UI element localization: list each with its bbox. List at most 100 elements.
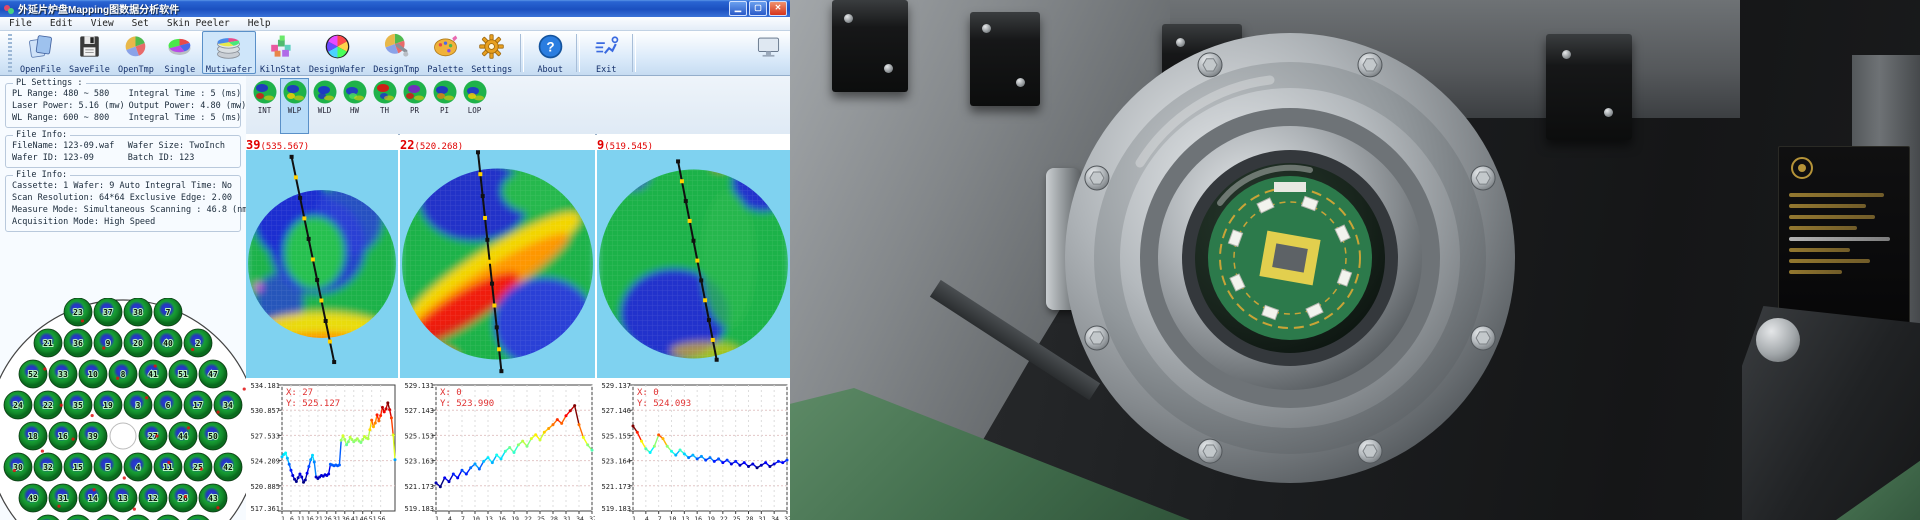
toolbar-button-kilnstat[interactable]: KilnStat	[256, 31, 305, 74]
tab-pr[interactable]: PR	[400, 78, 429, 134]
svg-text:1: 1	[632, 515, 636, 520]
disc-wafer-21[interactable]: 21	[34, 329, 62, 357]
toolbar-button-single[interactable]: Single	[158, 31, 202, 74]
disc-wafer-18[interactable]: 18	[19, 422, 47, 450]
toolbar-button-designtmp[interactable]: DesignTmp	[369, 31, 423, 74]
disc-wafer-10[interactable]: 10	[79, 360, 107, 388]
disc-wafer-12[interactable]: 12	[139, 484, 167, 512]
disc-wafer-4[interactable]: 4	[124, 453, 152, 481]
menu-item-set[interactable]: Set	[123, 18, 158, 29]
toolbar-button-mutiwafer[interactable]: Mutiwafer	[202, 31, 256, 74]
line-chart-9[interactable]: 529.137527.146525.155523.164521.173519.1…	[597, 383, 790, 520]
toolbar-button-settings[interactable]: Settings	[467, 31, 516, 74]
disc-wafer-35[interactable]: 35	[64, 391, 92, 419]
disc-wafer-27[interactable]: 27	[139, 422, 167, 450]
disc-wafer-17[interactable]: 17	[184, 391, 212, 419]
menu-item-skin-peeler[interactable]: Skin Peeler	[158, 18, 239, 29]
toolbar-button-savefile[interactable]: SaveFile	[65, 31, 114, 74]
disc-wafer-41[interactable]: 41	[139, 360, 167, 388]
svg-text:22: 22	[524, 515, 532, 520]
disc-wafer-34[interactable]: 34	[214, 391, 242, 419]
svg-text:7: 7	[658, 515, 662, 520]
mapping-app-window: 外延片炉盘Mapping图数据分析软件 ▁ ▢ ✕ FileEditViewSe…	[0, 0, 792, 520]
disc-wafer-38[interactable]: 38	[124, 298, 152, 326]
disc-wafer-16[interactable]: 16	[49, 422, 77, 450]
disc-wafer-40[interactable]: 40	[154, 329, 182, 357]
disc-wafer-30[interactable]: 30	[4, 453, 32, 481]
toolbar-separator	[576, 34, 580, 72]
disc-wafer-39[interactable]: 39	[79, 422, 107, 450]
tab-pi[interactable]: PI	[430, 78, 459, 134]
menu-item-file[interactable]: File	[0, 18, 41, 29]
disc-wafer-50[interactable]: 50	[199, 422, 227, 450]
disc-wafer-52[interactable]: 52	[19, 360, 47, 388]
disc-wafer-2[interactable]: 2	[184, 329, 212, 357]
disc-wafer-14[interactable]: 14	[79, 484, 107, 512]
disc-wafer-44[interactable]: 44	[169, 422, 197, 450]
disc-wafer-11[interactable]: 11	[154, 453, 182, 481]
menu-item-help[interactable]: Help	[239, 18, 280, 29]
toolbar-button-openfile[interactable]: OpenFile	[16, 31, 65, 74]
wafer-map-22[interactable]	[400, 150, 595, 378]
disc-wafer-47[interactable]: 47	[199, 360, 227, 388]
svg-text:523.164: 523.164	[601, 458, 631, 466]
disc-wafer-8[interactable]: 8	[109, 360, 137, 388]
disc-wafer-24[interactable]: 24	[4, 391, 32, 419]
disc-wafer-51[interactable]: 51	[169, 360, 197, 388]
disc-wafer-3[interactable]: 3	[124, 391, 152, 419]
disc-wafer-22[interactable]: 22	[34, 391, 62, 419]
disc-wafer-23[interactable]: 23	[64, 298, 92, 326]
tab-hw[interactable]: HW	[340, 78, 369, 134]
wafer-map-39[interactable]	[246, 150, 398, 378]
disc-wafer-19[interactable]: 19	[94, 391, 122, 419]
tab-lop[interactable]: LOP	[460, 78, 489, 134]
settings-icon	[478, 33, 505, 65]
menu-item-edit[interactable]: Edit	[41, 18, 82, 29]
kiln-disc-map[interactable]: 2337387213692040252331084151472422351936…	[0, 298, 246, 520]
disc-wafer-43[interactable]: 43	[199, 484, 227, 512]
disc-wafer-15[interactable]: 15	[64, 453, 92, 481]
svg-text:525.153: 525.153	[404, 432, 434, 440]
title-bar[interactable]: 外延片炉盘Mapping图数据分析软件 ▁ ▢ ✕	[0, 0, 790, 17]
line-chart-22[interactable]: 529.131527.143525.153523.163521.173519.1…	[400, 383, 595, 520]
tab-wld[interactable]: WLD	[310, 78, 339, 134]
toolbar-button-about[interactable]: ?About	[528, 31, 572, 74]
disc-wafer-33[interactable]: 33	[49, 360, 77, 388]
disc-wafer-6[interactable]: 6	[154, 391, 182, 419]
line-chart-39[interactable]: 534.181530.857527.533524.209520.885517.3…	[246, 383, 398, 520]
pl-settings-title: PL Settings :	[13, 78, 86, 88]
tab-int[interactable]: INT	[250, 78, 279, 134]
toolbar-button-palette[interactable]: Palette	[423, 31, 467, 74]
disc-wafer-5[interactable]: 5	[94, 453, 122, 481]
svg-text:11: 11	[163, 463, 173, 472]
maximize-button[interactable]: ▢	[749, 1, 767, 16]
disc-wafer-13[interactable]: 13	[109, 484, 137, 512]
disc-wafer-32[interactable]: 32	[34, 453, 62, 481]
disc-wafer-26[interactable]: 26	[169, 484, 197, 512]
disc-wafer-36[interactable]: 36	[64, 329, 92, 357]
disc-wafer-7[interactable]: 7	[154, 298, 182, 326]
disc-wafer-20[interactable]: 20	[124, 329, 152, 357]
tab-wlp[interactable]: WLP	[280, 78, 309, 134]
wafer-map-9[interactable]	[597, 150, 790, 378]
tab-th[interactable]: TH	[370, 78, 399, 134]
close-button[interactable]: ✕	[769, 1, 787, 16]
crosshair-y-value: Y: 523.990	[440, 399, 494, 409]
toolbar-button-label: Palette	[427, 65, 463, 75]
pl-setting-label: Output Power: 4.80 (mw)	[127, 100, 249, 112]
disc-wafer-42[interactable]: 42	[214, 453, 242, 481]
disc-wafer-31[interactable]: 31	[49, 484, 77, 512]
toolbar-button-opentmp[interactable]: OpenTmp	[114, 31, 158, 74]
disc-wafer-9[interactable]: 9	[94, 329, 122, 357]
flange-bolt	[1085, 166, 1109, 190]
disc-wafer-49[interactable]: 49	[19, 484, 47, 512]
toolbar-grip[interactable]	[8, 34, 12, 72]
disc-wafer-25[interactable]: 25	[184, 453, 212, 481]
disc-wafer-37[interactable]: 37	[94, 298, 122, 326]
toolbar-button-exit[interactable]: Exit	[584, 31, 628, 74]
toolbar-button-designwafer[interactable]: DesignWafer	[305, 31, 369, 74]
minimize-button[interactable]: ▁	[729, 1, 747, 16]
svg-text:40: 40	[163, 339, 173, 348]
toolbar-monitor[interactable]	[746, 31, 790, 74]
menu-item-view[interactable]: View	[82, 18, 123, 29]
